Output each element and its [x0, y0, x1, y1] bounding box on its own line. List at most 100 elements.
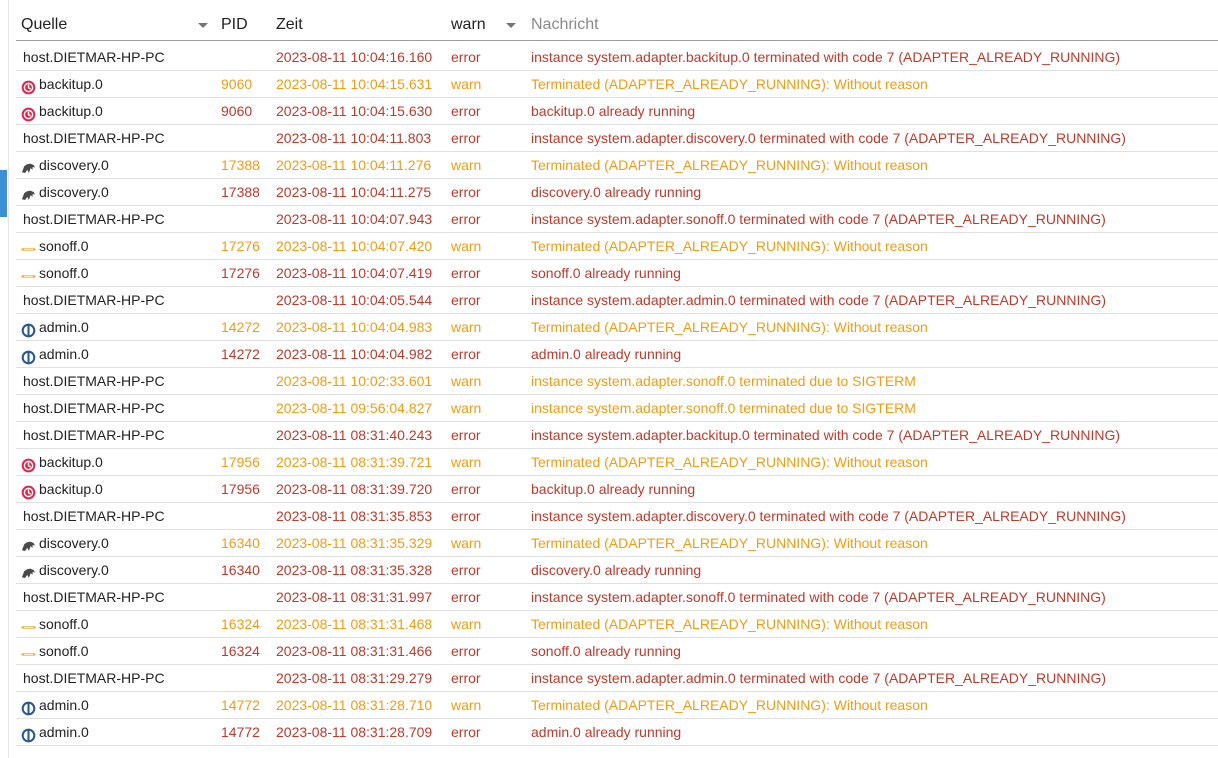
- log-message: admin.0 already running: [531, 724, 682, 740]
- log-severity: error: [451, 508, 481, 524]
- table-row[interactable]: backitup.0 9060 2023-08-11 10:04:15.631 war…: [16, 71, 1218, 98]
- message-filter-input[interactable]: Nachricht: [522, 10, 1218, 41]
- log-severity: error: [451, 346, 481, 362]
- log-pid: 17956: [221, 481, 260, 497]
- log-message: Terminated (ADAPTER_ALREADY_RUNNING): Wi…: [531, 319, 928, 335]
- log-source: backitup.0: [21, 449, 103, 476]
- log-source: sonoff.0: [21, 260, 89, 287]
- log-pid: 17388: [221, 184, 260, 200]
- log-pid: 16340: [221, 562, 260, 578]
- table-row[interactable]: admin.0 14272 2023-08-11 10:04:04.983 warn T…: [16, 314, 1218, 341]
- log-message: instance system.adapter.backitup.0 termi…: [531, 49, 1121, 65]
- log-message: Terminated (ADAPTER_ALREADY_RUNNING): Wi…: [531, 238, 928, 254]
- log-source-label: host.DIETMAR-HP-PC: [23, 373, 165, 389]
- log-source: sonoff.0: [21, 638, 89, 665]
- log-message: Terminated (ADAPTER_ALREADY_RUNNING): Wi…: [531, 454, 928, 470]
- backitup-icon: [21, 455, 36, 473]
- table-row[interactable]: backitup.0 9060 2023-08-11 10:04:15.630 err…: [16, 98, 1218, 125]
- table-row[interactable]: host.DIETMAR-HP-PC 2023-08-11 10:04:16.16…: [16, 44, 1218, 71]
- table-row[interactable]: host.DIETMAR-HP-PC 2023-08-11 10:04:07.94…: [16, 206, 1218, 233]
- admin-icon: [21, 698, 36, 716]
- log-time: 2023-08-11 10:04:11.803: [276, 130, 432, 146]
- source-filter[interactable]: Quelle: [16, 10, 214, 41]
- log-message: discovery.0 already running: [531, 562, 702, 578]
- log-severity: error: [451, 49, 481, 65]
- table-row[interactable]: host.DIETMAR-HP-PC 2023-08-11 08:31:31.99…: [16, 584, 1218, 611]
- log-severity: warn: [451, 319, 482, 335]
- log-severity: error: [451, 130, 481, 146]
- log-source-label: sonoff.0: [39, 643, 89, 659]
- discovery-icon: [21, 158, 36, 173]
- pid-filter[interactable]: PID: [214, 10, 269, 41]
- log-message: instance system.adapter.admin.0 terminat…: [531, 670, 1107, 686]
- chevron-down-icon: [506, 22, 516, 28]
- log-time: 2023-08-11 10:04:05.544: [276, 292, 433, 308]
- table-row[interactable]: host.DIETMAR-HP-PC 2023-08-11 09:56:04.82…: [16, 395, 1218, 422]
- log-source-label: host.DIETMAR-HP-PC: [23, 130, 165, 146]
- sonoff-icon: [21, 239, 36, 254]
- table-row[interactable]: host.DIETMAR-HP-PC 2023-08-11 08:31:40.24…: [16, 422, 1218, 449]
- log-message: instance system.adapter.sonoff.0 termina…: [531, 400, 916, 416]
- table-row[interactable]: admin.0 14772 2023-08-11 08:31:28.710 warn T…: [16, 692, 1218, 719]
- log-source: host.DIETMAR-HP-PC: [23, 368, 165, 395]
- log-source: host.DIETMAR-HP-PC: [23, 584, 165, 611]
- log-time: 2023-08-11 08:31:28.710: [276, 697, 433, 713]
- log-source: admin.0: [21, 341, 89, 368]
- table-row[interactable]: host.DIETMAR-HP-PC 2023-08-11 08:31:29.27…: [16, 665, 1218, 692]
- log-message: backitup.0 already running: [531, 481, 696, 497]
- log-severity: warn: [451, 697, 482, 713]
- table-row[interactable]: discovery.0 17388 2023-08-11 10:04:11.275 e…: [16, 179, 1218, 206]
- log-pid: 9060: [221, 103, 253, 119]
- table-row[interactable]: sonoff.0 17276 2023-08-11 10:04:07.419 erro…: [16, 260, 1218, 287]
- table-row[interactable]: discovery.0 16340 2023-08-11 08:31:35.329 w…: [16, 530, 1218, 557]
- log-message: instance system.adapter.backitup.0 termi…: [531, 427, 1121, 443]
- log-time: 2023-08-11 10:02:33.601: [276, 373, 433, 389]
- log-pid: 16340: [221, 535, 260, 551]
- table-row[interactable]: host.DIETMAR-HP-PC 2023-08-11 08:31:35.85…: [16, 503, 1218, 530]
- table-row[interactable]: discovery.0 16340 2023-08-11 08:31:35.328 e…: [16, 557, 1218, 584]
- table-row[interactable]: admin.0 14272 2023-08-11 10:04:04.982 error…: [16, 341, 1218, 368]
- log-message: discovery.0 already running: [531, 184, 702, 200]
- table-row[interactable]: sonoff.0 16324 2023-08-11 08:31:31.468 warn…: [16, 611, 1218, 638]
- log-source-label: host.DIETMAR-HP-PC: [23, 211, 165, 227]
- source-filter-label: Quelle: [21, 16, 68, 33]
- log-message: Terminated (ADAPTER_ALREADY_RUNNING): Wi…: [531, 535, 928, 551]
- log-severity: error: [451, 292, 481, 308]
- table-row[interactable]: backitup.0 17956 2023-08-11 08:31:39.721 wa…: [16, 449, 1218, 476]
- backitup-icon: [21, 104, 36, 122]
- log-severity: error: [451, 562, 481, 578]
- log-message: instance system.adapter.sonoff.0 termina…: [531, 211, 1106, 227]
- log-source-label: host.DIETMAR-HP-PC: [23, 292, 165, 308]
- log-source: backitup.0: [21, 98, 103, 125]
- log-time: 2023-08-11 10:04:15.631: [276, 76, 433, 92]
- log-source-label: admin.0: [39, 697, 89, 713]
- log-source: admin.0: [21, 692, 89, 719]
- log-source-label: host.DIETMAR-HP-PC: [23, 508, 165, 524]
- log-source-label: discovery.0: [39, 184, 109, 200]
- sonoff-icon: [21, 644, 36, 659]
- table-row[interactable]: host.DIETMAR-HP-PC 2023-08-11 10:02:33.60…: [16, 368, 1218, 395]
- log-time: 2023-08-11 08:31:39.721: [276, 454, 433, 470]
- log-message: instance system.adapter.discovery.0 term…: [531, 508, 1126, 524]
- log-severity: warn: [451, 76, 482, 92]
- side-panel-tab[interactable]: [0, 170, 7, 217]
- log-message: sonoff.0 already running: [531, 643, 681, 659]
- log-time: 2023-08-11 10:04:07.943: [276, 211, 433, 227]
- table-row[interactable]: backitup.0 17956 2023-08-11 08:31:39.720 er…: [16, 476, 1218, 503]
- log-severity: error: [451, 670, 481, 686]
- table-row[interactable]: discovery.0 17388 2023-08-11 10:04:11.276 w…: [16, 152, 1218, 179]
- table-row[interactable]: sonoff.0 16324 2023-08-11 08:31:31.466 erro…: [16, 638, 1218, 665]
- log-message: Terminated (ADAPTER_ALREADY_RUNNING): Wi…: [531, 616, 928, 632]
- log-message: backitup.0 already running: [531, 103, 696, 119]
- left-rail: [8, 0, 9, 758]
- time-filter[interactable]: Zeit: [269, 10, 442, 41]
- table-row[interactable]: admin.0 14772 2023-08-11 08:31:28.709 error…: [16, 719, 1218, 746]
- table-row[interactable]: sonoff.0 17276 2023-08-11 10:04:07.420 warn…: [16, 233, 1218, 260]
- log-severity: error: [451, 265, 481, 281]
- log-time: 2023-08-11 08:31:35.853: [276, 508, 433, 524]
- table-row[interactable]: host.DIETMAR-HP-PC 2023-08-11 10:04:05.54…: [16, 287, 1218, 314]
- severity-filter[interactable]: warn: [442, 10, 522, 41]
- log-time: 2023-08-11 08:31:40.243: [276, 427, 433, 443]
- backitup-icon: [21, 482, 36, 500]
- table-row[interactable]: host.DIETMAR-HP-PC 2023-08-11 10:04:11.80…: [16, 125, 1218, 152]
